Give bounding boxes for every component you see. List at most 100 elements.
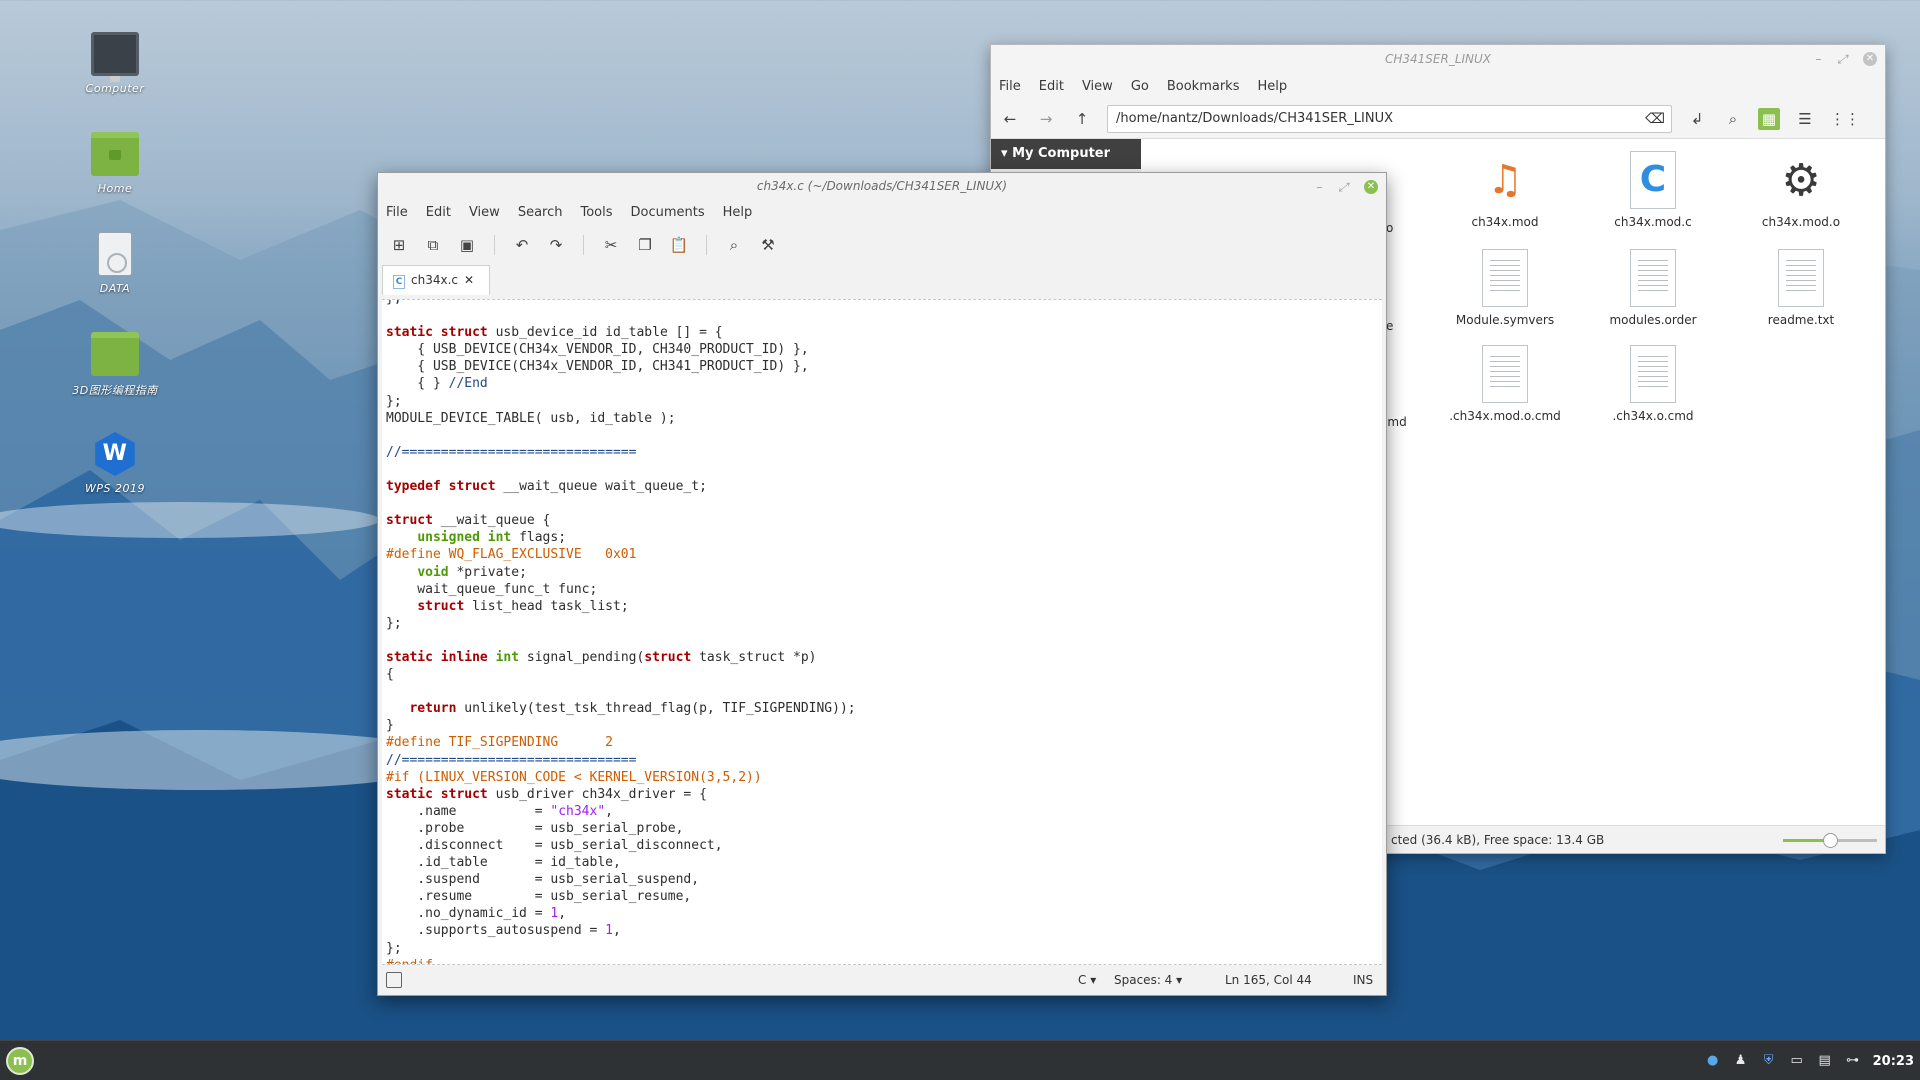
- desktop-icon-3d-guide[interactable]: 3D图形编程指南: [60, 332, 170, 398]
- tab-label: ch34x.c: [411, 273, 458, 287]
- network-icon[interactable]: ⊶: [1845, 1053, 1861, 1069]
- desktop-icon-label: Home: [97, 182, 133, 195]
- file-item[interactable]: readme.txt: [1726, 249, 1876, 327]
- menu-bookmarks[interactable]: Bookmarks: [1167, 79, 1240, 94]
- file-item[interactable]: C ch34x.mod.c: [1578, 151, 1728, 229]
- document-icon: [1482, 345, 1528, 403]
- menu-file[interactable]: File: [999, 79, 1021, 94]
- search-icon[interactable]: ⌕: [723, 234, 745, 256]
- menu-view[interactable]: View: [469, 205, 500, 220]
- menu-tools[interactable]: Tools: [580, 205, 612, 220]
- desktop-icon-label: 3D图形编程指南: [72, 384, 158, 397]
- clock[interactable]: 20:23: [1873, 1054, 1914, 1069]
- maximize-icon[interactable]: ⤢: [1837, 45, 1847, 73]
- editor-toolbar: ⊞ ⧉ ▣ ↶ ↷ ✂ ❐ 📋 ⌕ ⚒: [378, 225, 1386, 265]
- side-panel-toggle-icon[interactable]: [386, 972, 402, 988]
- minimize-icon[interactable]: –: [1316, 174, 1322, 200]
- undo-icon[interactable]: ↶: [511, 234, 533, 256]
- menu-help[interactable]: Help: [723, 205, 753, 220]
- menu-view[interactable]: View: [1082, 79, 1113, 94]
- clear-path-icon[interactable]: ⌫: [1645, 106, 1665, 132]
- taskbar: m ● ♟ ⛨ ▭ ▤ ⊶ 20:23: [0, 1040, 1920, 1080]
- file-item[interactable]: .ch34x.mod.o.cmd: [1430, 345, 1580, 423]
- sidebar-header-my-computer[interactable]: ▾ My Computer: [991, 139, 1141, 169]
- file-name: .ch34x.mod.o.cmd: [1449, 409, 1561, 423]
- menu-search[interactable]: Search: [518, 205, 563, 220]
- desktop-icon-data[interactable]: DATA: [60, 232, 170, 295]
- gear-icon: ⚙: [1781, 154, 1821, 206]
- file-item[interactable]: ⚙ ch34x.mod.o: [1726, 151, 1876, 230]
- menu-go[interactable]: Go: [1131, 79, 1149, 94]
- document-icon: [1630, 249, 1676, 307]
- tab-ch34x-c[interactable]: Cch34x.c ✕: [382, 265, 490, 295]
- menu-edit[interactable]: Edit: [1039, 79, 1064, 94]
- open-document-icon[interactable]: ⧉: [422, 234, 444, 256]
- update-manager-icon[interactable]: ●: [1705, 1053, 1721, 1069]
- minimize-icon[interactable]: –: [1815, 45, 1821, 73]
- text-editor-window: ch34x.c (~/Downloads/CH341SER_LINUX) – ⤢…: [377, 172, 1387, 996]
- tab-close-icon[interactable]: ✕: [464, 273, 474, 287]
- display-icon[interactable]: ▭: [1789, 1053, 1805, 1069]
- maximize-icon[interactable]: ⤢: [1338, 174, 1348, 200]
- copy-icon[interactable]: ❐: [634, 234, 656, 256]
- compact-view-icon[interactable]: ⋮⋮: [1830, 108, 1860, 130]
- file-item[interactable]: .ch34x.o.cmd: [1578, 345, 1728, 423]
- desktop-icon-computer[interactable]: Computer: [60, 32, 170, 95]
- replace-icon[interactable]: ⚒: [757, 234, 779, 256]
- spaces-label: Spaces: 4: [1114, 973, 1173, 987]
- close-icon[interactable]: ✕: [1364, 180, 1378, 194]
- mint-menu-icon[interactable]: m: [6, 1047, 34, 1075]
- window-titlebar[interactable]: CH341SER_LINUX – ⤢ ✕: [991, 45, 1885, 73]
- desktop-icon-home[interactable]: Home: [60, 132, 170, 195]
- save-icon[interactable]: ▣: [456, 234, 478, 256]
- zoom-slider-handle[interactable]: [1823, 833, 1838, 848]
- redo-icon[interactable]: ↷: [545, 234, 567, 256]
- file-item[interactable]: ♫ ch34x.mod: [1430, 151, 1580, 229]
- file-name: ch34x.mod.o: [1761, 215, 1841, 229]
- file-item[interactable]: modules.order: [1578, 249, 1728, 327]
- file-name: readme.txt: [1767, 313, 1835, 327]
- toggle-location-icon[interactable]: ↲: [1686, 108, 1708, 130]
- menu-help[interactable]: Help: [1257, 79, 1287, 94]
- zoom-slider[interactable]: [1783, 833, 1877, 848]
- up-arrow-icon[interactable]: ↑: [1071, 108, 1093, 130]
- language-selector[interactable]: C ▾: [1078, 965, 1096, 995]
- code-editor-area[interactable]: }; static struct usb_device_id id_table …: [382, 299, 1382, 965]
- file-item[interactable]: Module.symvers: [1430, 249, 1580, 327]
- desktop-icon-wps[interactable]: W WPS 2019: [60, 432, 170, 495]
- window-titlebar[interactable]: ch34x.c (~/Downloads/CH341SER_LINUX) – ⤢…: [378, 173, 1386, 199]
- shield-icon[interactable]: ⛨: [1761, 1053, 1777, 1069]
- path-input[interactable]: /home/nantz/Downloads/CH341SER_LINUX ⌫: [1107, 104, 1672, 133]
- drive-icon: [98, 232, 132, 276]
- menu-documents[interactable]: Documents: [631, 205, 705, 220]
- file-name: ch34x.mod.c: [1614, 215, 1692, 229]
- penguin-icon[interactable]: ♟: [1733, 1053, 1749, 1069]
- new-document-icon[interactable]: ⊞: [388, 234, 410, 256]
- close-icon[interactable]: ✕: [1863, 52, 1877, 66]
- wps-icon: W: [95, 432, 135, 476]
- tab-width-selector[interactable]: Spaces: 4 ▾: [1114, 965, 1182, 995]
- forward-arrow-icon[interactable]: →: [1035, 108, 1057, 130]
- desktop-icon-label: WPS 2019: [85, 482, 145, 495]
- menu-edit[interactable]: Edit: [426, 205, 451, 220]
- folder-icon: [91, 332, 139, 376]
- clipboard-icon[interactable]: ▤: [1817, 1053, 1833, 1069]
- cursor-position: Ln 165, Col 44: [1225, 973, 1312, 987]
- back-arrow-icon[interactable]: ←: [999, 108, 1021, 130]
- file-label-partial: o: [1386, 221, 1394, 235]
- c-file-icon: C: [393, 275, 405, 289]
- paste-icon[interactable]: 📋: [668, 234, 690, 256]
- menu-file[interactable]: File: [386, 205, 408, 220]
- list-view-icon[interactable]: ☰: [1794, 108, 1816, 130]
- music-icon: ♫: [1487, 157, 1523, 203]
- editor-statusbar: C ▾ Spaces: 4 ▾ Ln 165, Col 44 INS: [378, 965, 1386, 995]
- insert-mode: INS: [1353, 973, 1374, 987]
- search-icon[interactable]: ⌕: [1722, 108, 1744, 130]
- icon-view-icon[interactable]: ▦: [1758, 107, 1780, 130]
- document-icon: [1630, 345, 1676, 403]
- desktop-icon-label: Computer: [85, 82, 145, 95]
- document-tabs: Cch34x.c ✕: [378, 265, 1386, 295]
- cut-icon[interactable]: ✂: [600, 234, 622, 256]
- system-tray: ● ♟ ⛨ ▭ ▤ ⊶ 20:23: [1705, 1041, 1914, 1080]
- path-text: /home/nantz/Downloads/CH341SER_LINUX: [1116, 110, 1394, 126]
